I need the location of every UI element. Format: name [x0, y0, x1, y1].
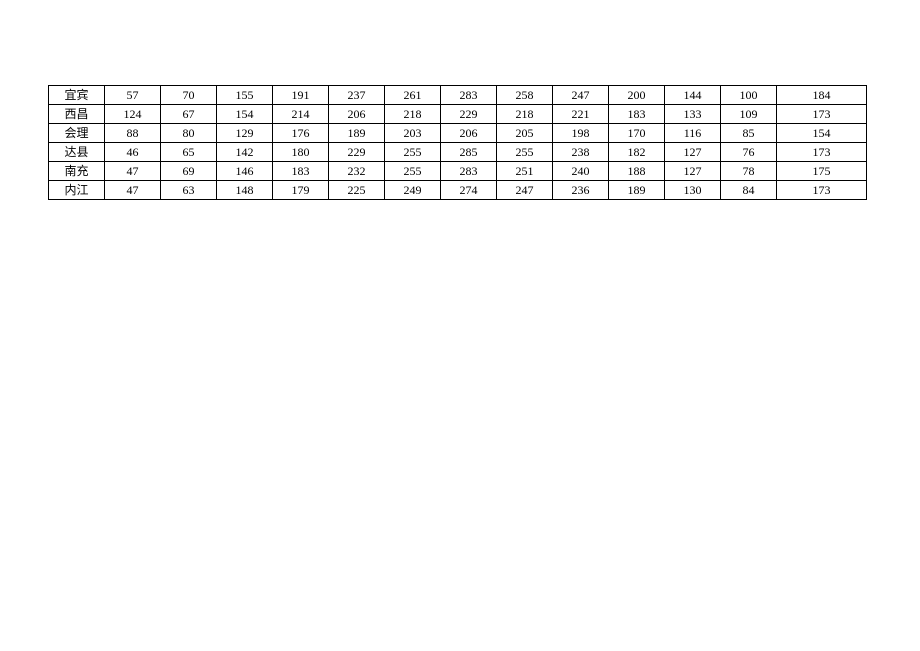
- cell: 198: [553, 124, 609, 143]
- cell: 127: [665, 162, 721, 181]
- row-name: 西昌: [49, 105, 105, 124]
- cell: 69: [161, 162, 217, 181]
- cell: 183: [609, 105, 665, 124]
- cell: 249: [385, 181, 441, 200]
- cell: 258: [497, 86, 553, 105]
- cell: 218: [497, 105, 553, 124]
- cell: 203: [385, 124, 441, 143]
- cell: 173: [777, 143, 867, 162]
- row-name: 宜宾: [49, 86, 105, 105]
- cell: 130: [665, 181, 721, 200]
- cell: 236: [553, 181, 609, 200]
- cell: 155: [217, 86, 273, 105]
- table-row: 达县 46 65 142 180 229 255 285 255 238 182…: [49, 143, 867, 162]
- cell: 225: [329, 181, 385, 200]
- cell: 88: [105, 124, 161, 143]
- cell: 229: [329, 143, 385, 162]
- cell: 261: [385, 86, 441, 105]
- cell: 238: [553, 143, 609, 162]
- table-row: 内江 47 63 148 179 225 249 274 247 236 189…: [49, 181, 867, 200]
- cell: 148: [217, 181, 273, 200]
- cell: 229: [441, 105, 497, 124]
- cell: 200: [609, 86, 665, 105]
- cell: 142: [217, 143, 273, 162]
- cell: 65: [161, 143, 217, 162]
- table-row: 西昌 124 67 154 214 206 218 229 218 221 18…: [49, 105, 867, 124]
- cell: 179: [273, 181, 329, 200]
- cell: 78: [721, 162, 777, 181]
- table-body: 宜宾 57 70 155 191 237 261 283 258 247 200…: [49, 86, 867, 200]
- cell: 127: [665, 143, 721, 162]
- cell: 116: [665, 124, 721, 143]
- cell: 146: [217, 162, 273, 181]
- data-table: 宜宾 57 70 155 191 237 261 283 258 247 200…: [48, 85, 867, 200]
- cell: 183: [273, 162, 329, 181]
- cell: 191: [273, 86, 329, 105]
- cell: 247: [497, 181, 553, 200]
- cell: 274: [441, 181, 497, 200]
- row-name: 会理: [49, 124, 105, 143]
- cell: 188: [609, 162, 665, 181]
- cell: 206: [329, 105, 385, 124]
- cell: 47: [105, 162, 161, 181]
- row-name: 达县: [49, 143, 105, 162]
- cell: 109: [721, 105, 777, 124]
- cell: 180: [273, 143, 329, 162]
- cell: 206: [441, 124, 497, 143]
- page: 宜宾 57 70 155 191 237 261 283 258 247 200…: [0, 0, 920, 651]
- cell: 170: [609, 124, 665, 143]
- cell: 175: [777, 162, 867, 181]
- cell: 133: [665, 105, 721, 124]
- cell: 80: [161, 124, 217, 143]
- cell: 189: [609, 181, 665, 200]
- cell: 255: [385, 162, 441, 181]
- cell: 46: [105, 143, 161, 162]
- cell: 67: [161, 105, 217, 124]
- cell: 63: [161, 181, 217, 200]
- cell: 255: [497, 143, 553, 162]
- cell: 247: [553, 86, 609, 105]
- cell: 189: [329, 124, 385, 143]
- cell: 173: [777, 181, 867, 200]
- cell: 47: [105, 181, 161, 200]
- table-row: 宜宾 57 70 155 191 237 261 283 258 247 200…: [49, 86, 867, 105]
- table-row: 会理 88 80 129 176 189 203 206 205 198 170…: [49, 124, 867, 143]
- cell: 184: [777, 86, 867, 105]
- cell: 255: [385, 143, 441, 162]
- cell: 100: [721, 86, 777, 105]
- cell: 70: [161, 86, 217, 105]
- cell: 205: [497, 124, 553, 143]
- cell: 283: [441, 162, 497, 181]
- cell: 182: [609, 143, 665, 162]
- cell: 84: [721, 181, 777, 200]
- cell: 57: [105, 86, 161, 105]
- cell: 251: [497, 162, 553, 181]
- cell: 173: [777, 105, 867, 124]
- cell: 232: [329, 162, 385, 181]
- cell: 283: [441, 86, 497, 105]
- cell: 154: [217, 105, 273, 124]
- table-row: 南充 47 69 146 183 232 255 283 251 240 188…: [49, 162, 867, 181]
- cell: 85: [721, 124, 777, 143]
- cell: 129: [217, 124, 273, 143]
- cell: 237: [329, 86, 385, 105]
- cell: 144: [665, 86, 721, 105]
- row-name: 内江: [49, 181, 105, 200]
- cell: 214: [273, 105, 329, 124]
- cell: 218: [385, 105, 441, 124]
- cell: 285: [441, 143, 497, 162]
- cell: 124: [105, 105, 161, 124]
- cell: 154: [777, 124, 867, 143]
- cell: 76: [721, 143, 777, 162]
- cell: 176: [273, 124, 329, 143]
- row-name: 南充: [49, 162, 105, 181]
- cell: 240: [553, 162, 609, 181]
- cell: 221: [553, 105, 609, 124]
